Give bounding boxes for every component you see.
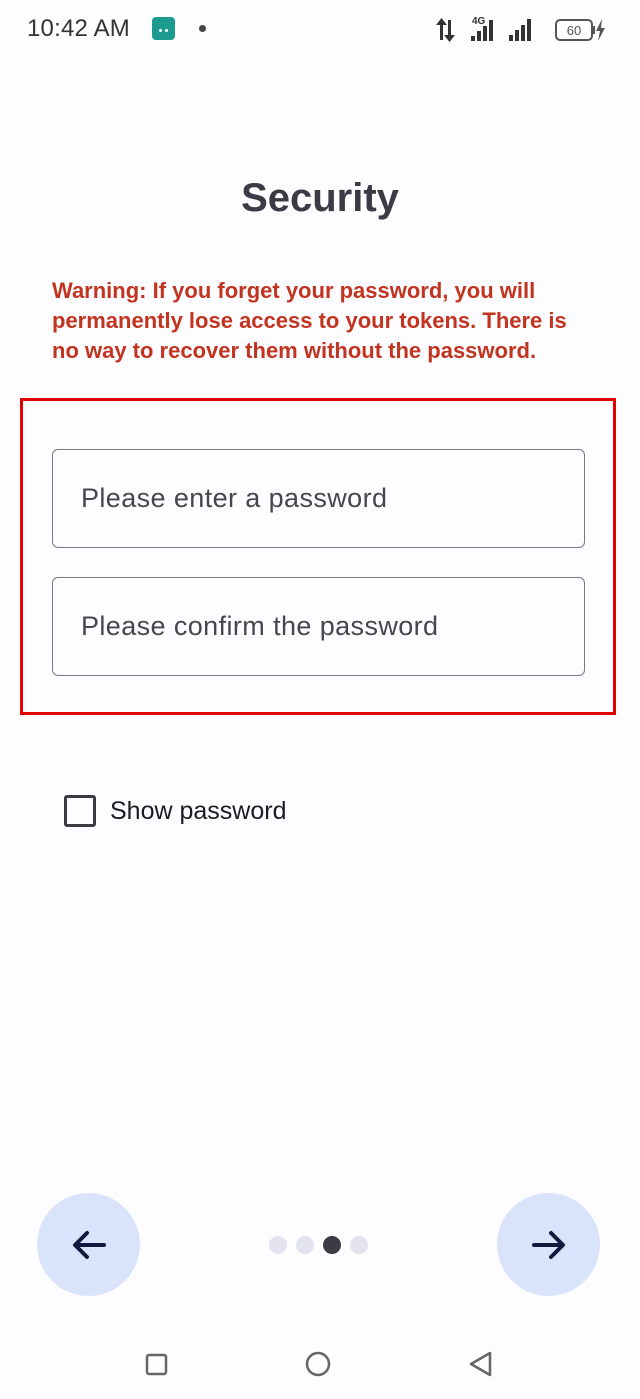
password-warning: Warning: If you forget your password, yo… (52, 278, 567, 363)
svg-text:4G: 4G (472, 16, 486, 27)
data-transfer-icon (436, 18, 455, 42)
status-bar: 10:42 AM 4G 60 (0, 0, 640, 60)
arrow-right-icon (531, 1230, 565, 1259)
pager-dot-active (323, 1236, 341, 1254)
password-input[interactable] (52, 449, 585, 548)
show-password-label[interactable]: Show password (110, 797, 286, 826)
back-button[interactable] (37, 1193, 140, 1296)
page-indicator (269, 1236, 377, 1254)
status-time: 10:42 AM (27, 15, 131, 42)
android-notification-icon (152, 17, 175, 40)
show-password-checkbox[interactable] (64, 795, 96, 827)
app-screen: 10:42 AM 4G 60 Security Warning: If you … (0, 0, 640, 1399)
status-icons: 4G 60 (436, 16, 605, 42)
system-back-triangle-icon[interactable] (469, 1351, 492, 1377)
battery-icon: 60 (555, 19, 605, 41)
notification-dot-icon (199, 25, 206, 32)
confirm-password-input[interactable] (52, 577, 585, 676)
page-title: Security (241, 176, 399, 220)
show-password-row[interactable]: Show password (64, 795, 286, 827)
svg-text:60: 60 (567, 23, 581, 38)
system-navigation-bar (145, 1351, 492, 1377)
signal-strength-icon (509, 19, 531, 41)
recents-square-icon[interactable] (145, 1353, 168, 1376)
next-button[interactable] (497, 1193, 600, 1296)
pager-dot (269, 1236, 287, 1254)
charging-icon (596, 19, 605, 41)
arrow-left-icon (72, 1230, 106, 1259)
pager-dot (296, 1236, 314, 1254)
signal-4g-icon: 4G (471, 16, 493, 41)
pager-dot (350, 1236, 368, 1254)
home-circle-icon[interactable] (305, 1351, 331, 1377)
